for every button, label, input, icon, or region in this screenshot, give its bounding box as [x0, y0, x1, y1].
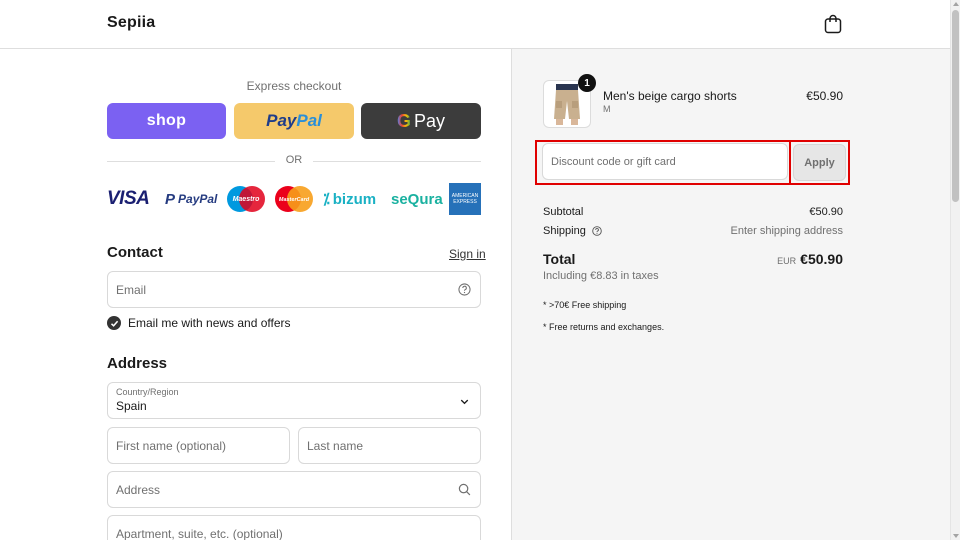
search-icon[interactable]	[458, 483, 471, 496]
country-select[interactable]: Country/Region Spain	[107, 382, 481, 419]
address-placeholder: Address	[116, 482, 161, 497]
apply-button[interactable]: Apply	[793, 144, 846, 181]
total-value-group: EUR €50.90	[692, 251, 843, 267]
first-name-field[interactable]: First name (optional)	[107, 427, 290, 464]
amex-logo: AMERICAN EXPRESS	[449, 183, 481, 215]
paypal-label-pay: Pay	[266, 111, 297, 130]
total-currency: EUR	[777, 256, 797, 266]
svg-text:MasterCard: MasterCard	[279, 197, 310, 203]
help-circle-icon[interactable]	[592, 226, 602, 236]
total-label: Total	[543, 251, 576, 267]
page-scrollbar[interactable]	[950, 0, 960, 540]
free-shipping-note: * >70€ Free shipping	[543, 300, 627, 310]
discount-code-field[interactable]: Discount code or gift card	[542, 143, 788, 180]
product-variant: M	[603, 104, 611, 114]
newsletter-label: Email me with news and offers	[128, 316, 291, 330]
or-label: OR	[285, 154, 303, 166]
shop-pay-label: shop	[146, 112, 187, 129]
paypal-label-pal: Pal	[296, 111, 322, 130]
scroll-down-arrow-icon[interactable]	[953, 534, 959, 538]
help-circle-icon[interactable]	[458, 283, 471, 296]
shopping-bag-icon[interactable]	[824, 14, 842, 34]
express-checkout-title: Express checkout	[246, 79, 342, 93]
mastercard-logo: MasterCard	[273, 183, 315, 215]
scrollbar-thumb[interactable]	[952, 10, 959, 202]
newsletter-checkbox[interactable]	[107, 316, 121, 330]
chevron-down-icon	[460, 399, 469, 405]
google-g-icon: G	[396, 110, 411, 131]
svg-text:Maestro: Maestro	[233, 196, 261, 203]
taxes-note: Including €8.83 in taxes	[543, 270, 659, 282]
shipping-label: Shipping	[543, 225, 586, 237]
subtotal-row: Subtotal €50.90	[543, 206, 843, 218]
last-name-field[interactable]: Last name	[298, 427, 481, 464]
product-price: €50.90	[806, 89, 843, 103]
order-summary-panel: 1 Men's beige cargo shorts M €50.90 Disc…	[511, 49, 950, 540]
apartment-field[interactable]: Apartment, suite, etc. (optional)	[107, 515, 481, 540]
payment-logos: VISA P PayPal Maestro MasterCard ⁒ bizum s…	[107, 183, 481, 215]
subtotal-label: Subtotal	[543, 206, 584, 218]
shipping-row: Shipping Enter shipping address	[543, 225, 843, 237]
address-field[interactable]: Address	[107, 471, 481, 508]
scroll-up-arrow-icon[interactable]	[953, 2, 959, 6]
brand-logo[interactable]: Sepiia	[107, 14, 155, 32]
quantity-badge: 1	[578, 74, 596, 92]
free-returns-note: * Free returns and exchanges.	[543, 322, 665, 332]
shop-pay-button[interactable]: shop	[107, 103, 226, 139]
email-field[interactable]: Email	[107, 271, 481, 308]
google-pay-label: Pay	[413, 110, 446, 131]
discount-placeholder: Discount code or gift card	[551, 155, 676, 168]
maestro-logo: Maestro	[225, 183, 267, 215]
email-placeholder: Email	[116, 282, 147, 297]
first-name-placeholder: First name (optional)	[116, 438, 227, 453]
address-title: Address	[107, 355, 168, 372]
paypal-logo: P PayPal	[165, 190, 218, 208]
sign-in-link[interactable]: Sign in	[449, 247, 486, 261]
shipping-value: Enter shipping address	[730, 225, 843, 237]
divider-line	[313, 161, 481, 162]
product-name: Men's beige cargo shorts	[603, 89, 737, 103]
country-label: Country/Region	[116, 387, 179, 397]
sequra-logo: seQura	[391, 190, 443, 208]
contact-title: Contact	[107, 244, 163, 261]
newsletter-checkbox-row[interactable]: Email me with news and offers	[107, 315, 291, 331]
total-value: €50.90	[800, 251, 843, 267]
visa-logo: VISA	[107, 188, 150, 209]
apartment-placeholder: Apartment, suite, etc. (optional)	[116, 526, 283, 540]
or-divider: OR	[107, 154, 481, 168]
last-name-placeholder: Last name	[307, 438, 364, 453]
country-value: Spain	[116, 399, 147, 413]
checkout-form-panel: Express checkout shop Pay Pal G Pay OR VIS…	[0, 49, 511, 540]
bizum-logo: ⁒ bizum	[323, 190, 377, 209]
checkmark-icon	[110, 320, 118, 327]
subtotal-value: €50.90	[809, 206, 843, 218]
paypal-button[interactable]: Pay Pal	[234, 103, 354, 139]
header: Sepiia	[0, 0, 950, 49]
google-pay-button[interactable]: G Pay	[361, 103, 481, 139]
